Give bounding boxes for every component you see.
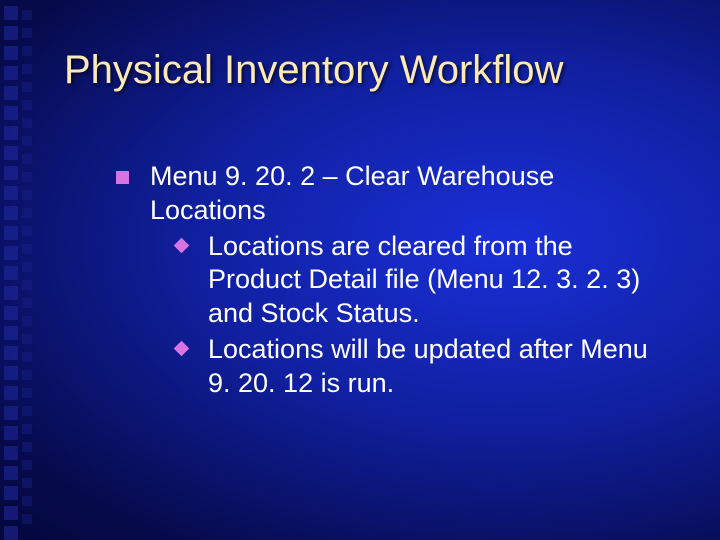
bullet-level1: Menu 9. 20. 2 – Clear Warehouse Location… [116, 160, 670, 400]
slide: Physical Inventory Workflow Menu 9. 20. … [0, 0, 720, 540]
bullet-level2-text: Locations are cleared from the Product D… [208, 231, 640, 329]
diamond-bullet-icon [174, 237, 190, 253]
bullet-level2: Locations are cleared from the Product D… [174, 230, 670, 331]
square-bullet-icon [116, 171, 129, 184]
bullet-level1-text: Menu 9. 20. 2 – Clear Warehouse Location… [150, 161, 554, 225]
left-decoration-column-2 [22, 0, 34, 540]
slide-body: Menu 9. 20. 2 – Clear Warehouse Location… [116, 160, 670, 406]
bullet-level2-text: Locations will be updated after Menu 9. … [208, 334, 648, 398]
left-decoration-column [4, 0, 22, 540]
bullet-level2: Locations will be updated after Menu 9. … [174, 333, 670, 401]
diamond-bullet-icon [174, 340, 190, 356]
slide-title: Physical Inventory Workflow [64, 48, 563, 92]
